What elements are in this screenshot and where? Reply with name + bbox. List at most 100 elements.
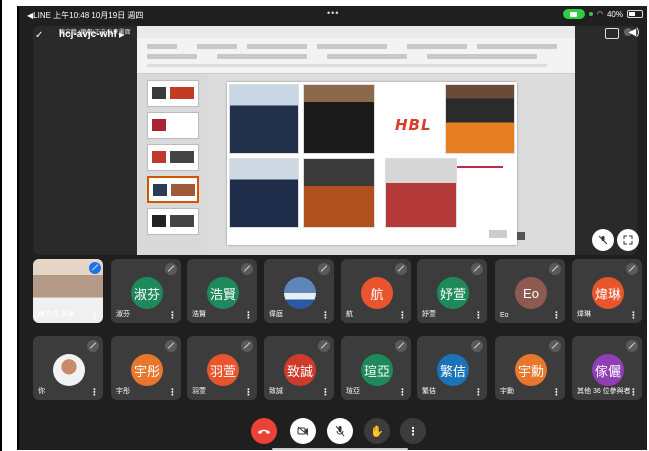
fullscreen-button[interactable]: [617, 229, 639, 251]
mic-off-icon: [165, 263, 177, 275]
participant-tile[interactable]: 航航 ⋮: [341, 259, 411, 323]
participant-tile[interactable]: 陳文偉 清華 ⋮: [33, 259, 103, 323]
mic-off-icon: [241, 340, 253, 352]
mic-off-icon: [89, 262, 101, 274]
meet-window: ◀LINE 上午10:48 10月19日 週四 ••• ◠ 40% 陳文偉 (簡…: [17, 6, 647, 450]
participant-tile[interactable]: 宇勳 宇勳 ⋮: [495, 336, 565, 400]
tile-menu-icon[interactable]: ⋮: [244, 388, 253, 397]
shared-screen[interactable]: 陳文偉 (簡報)正在分享畫面 HBL: [33, 26, 637, 255]
tile-menu-icon[interactable]: ⋮: [90, 388, 99, 397]
current-slide: HBL: [227, 82, 525, 245]
tile-menu-icon[interactable]: ⋮: [552, 388, 561, 397]
switch-camera-icon[interactable]: [605, 28, 619, 39]
participant-name: 煒琳: [577, 311, 591, 318]
participant-avatar: 航: [361, 277, 393, 309]
mic-off-icon: [318, 263, 330, 275]
tile-menu-icon[interactable]: ⋮: [474, 388, 483, 397]
hand-icon: ✋: [370, 425, 384, 438]
presenter-muted-icon[interactable]: [592, 229, 614, 251]
participant-tile[interactable]: 羽萱 羽萱 ⋮: [187, 336, 257, 400]
participant-avatar: 繁佶: [437, 354, 469, 386]
participant-tile[interactable]: 妤萱 妤萱 ⋮: [417, 259, 487, 323]
ribbon-group: [317, 44, 387, 49]
tile-menu-icon[interactable]: ⋮: [321, 388, 330, 397]
team-photo: [229, 158, 299, 228]
participant-tile[interactable]: 宇彤 宇彤 ⋮: [111, 336, 181, 400]
participant-avatar: 宇彤: [131, 354, 163, 386]
participant-name: 你: [38, 388, 45, 395]
tile-menu-icon[interactable]: ⋮: [168, 311, 177, 320]
mic-off-icon: [471, 263, 483, 275]
game-photo: [385, 158, 457, 228]
participant-tile[interactable]: 致誠 致誠 ⋮: [264, 336, 334, 400]
tile-menu-icon[interactable]: ⋮: [552, 311, 561, 320]
participant-tile[interactable]: 繁佶 繁佶 ⋮: [417, 336, 487, 400]
ribbon-group: [197, 44, 237, 49]
participant-tile[interactable]: 煒琳 煒琳 ⋮: [572, 259, 642, 323]
slide-footer-mark: [517, 232, 525, 240]
tile-menu-icon[interactable]: ⋮: [629, 311, 638, 320]
chevron-right-icon[interactable]: ▶: [119, 31, 124, 39]
phone-hangup-icon: [258, 429, 270, 434]
ribbon-group: [477, 44, 557, 49]
game-photo: [303, 158, 375, 228]
participant-name: 妤萱: [422, 311, 436, 318]
slide-thumb: [147, 208, 199, 235]
ribbon-group: [247, 44, 307, 49]
participant-tile[interactable]: 浩賢 浩賢 ⋮: [187, 259, 257, 323]
participant-name: 陳文偉 清華: [38, 311, 75, 318]
ribbon-group: [147, 44, 177, 49]
camera-toggle-button[interactable]: [290, 418, 316, 444]
mic-toggle-button[interactable]: [327, 418, 353, 444]
referee-photo: [445, 84, 515, 154]
speaker-icon[interactable]: ◀): [626, 27, 642, 41]
participant-tile[interactable]: Eo Eo ⋮: [495, 259, 565, 323]
participant-name: 淑芬: [116, 311, 130, 318]
tile-menu-icon[interactable]: ⋮: [474, 311, 483, 320]
participant-name: 繁佶: [422, 388, 436, 395]
participant-tile[interactable]: 你 ⋮: [33, 336, 103, 400]
participant-name: 浩賢: [192, 311, 206, 318]
end-call-button[interactable]: [251, 418, 277, 444]
ppt-ribbon: 陳文偉 (簡報)正在分享畫面: [59, 26, 575, 74]
raise-hand-button[interactable]: ✋: [364, 418, 390, 444]
tile-menu-icon[interactable]: ⋮: [629, 388, 638, 397]
participant-avatar: 致誠: [284, 354, 316, 386]
participant-name: 其他 36 位參與者: [577, 388, 631, 395]
mic-off-icon: [87, 340, 99, 352]
participant-avatar: 淑芬: [131, 277, 163, 309]
slide-thumbnails: [137, 74, 207, 255]
slide-thumb-selected: [147, 176, 199, 203]
tile-menu-icon[interactable]: ⋮: [398, 311, 407, 320]
more-options-button[interactable]: ⋮: [400, 418, 426, 444]
collapse-chevron-icon[interactable]: ✓: [35, 30, 43, 41]
participant-tile[interactable]: 偉庭 ⋮: [264, 259, 334, 323]
tile-menu-icon[interactable]: ⋮: [398, 388, 407, 397]
tile-menu-icon[interactable]: ⋮: [168, 388, 177, 397]
tile-menu-icon[interactable]: ⋮: [321, 311, 330, 320]
multitask-dots-icon[interactable]: •••: [327, 8, 339, 18]
home-indicator[interactable]: [272, 448, 408, 450]
mic-off-icon: [471, 340, 483, 352]
participant-name: 航: [346, 311, 353, 318]
participant-tile[interactable]: 瑄亞 瑄亞 ⋮: [341, 336, 411, 400]
mic-off-icon: [626, 263, 638, 275]
participant-tile[interactable]: 淑芬 淑芬 ⋮: [111, 259, 181, 323]
tile-menu-icon[interactable]: ⋮: [244, 311, 253, 320]
mic-off-icon: [165, 340, 177, 352]
mic-off-icon: [318, 340, 330, 352]
mic-off-icon: [395, 263, 407, 275]
ribbon-group: [427, 54, 537, 59]
participant-avatar: 妤萱: [437, 277, 469, 309]
participant-avatar: 羽萱: [207, 354, 239, 386]
fullscreen-icon: [623, 235, 633, 245]
status-right: ◠ 40%: [562, 9, 643, 19]
status-bar: ◀LINE 上午10:48 10月19日 週四 ••• ◠ 40%: [19, 6, 647, 22]
participant-tile[interactable]: 傢儷 其他 36 位參與者 ⋮: [572, 336, 642, 400]
participant-avatar: 宇勳: [515, 354, 547, 386]
meeting-code[interactable]: hcj-avjc-whf: [59, 29, 117, 40]
slide-footer-logo: [489, 230, 507, 238]
mic-off-icon: [395, 340, 407, 352]
accent-line: [457, 166, 503, 168]
tile-menu-icon[interactable]: ⋮: [90, 311, 99, 320]
